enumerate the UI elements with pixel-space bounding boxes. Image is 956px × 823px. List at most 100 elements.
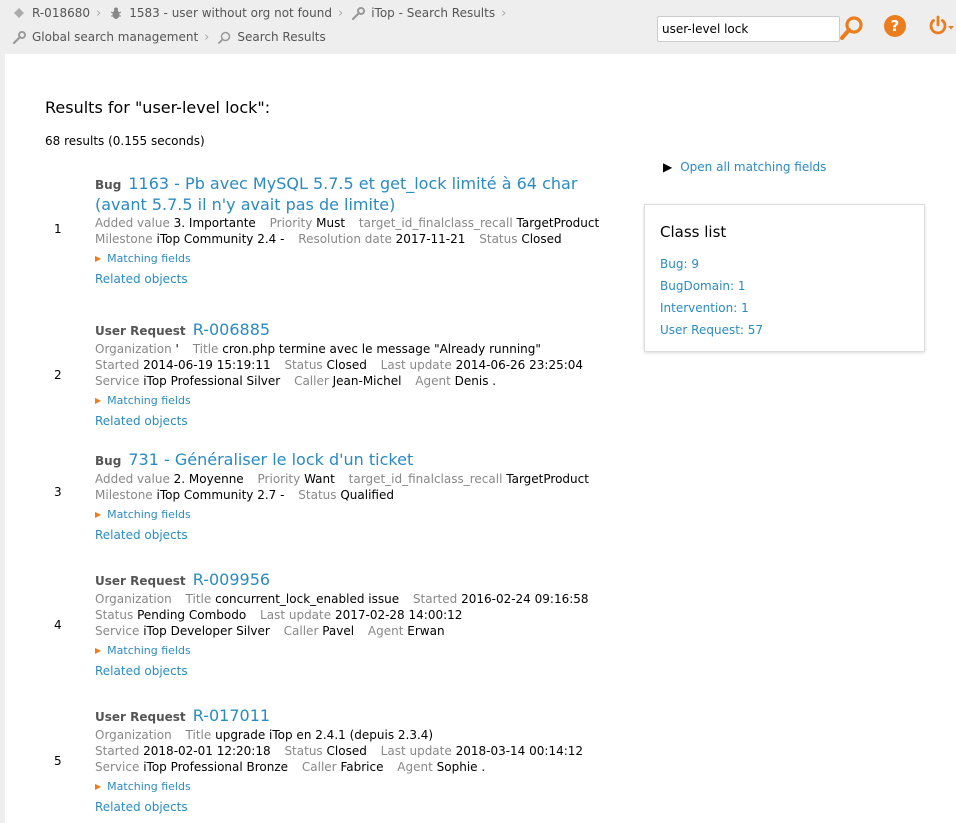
related-objects-link[interactable]: Related objects	[95, 413, 625, 429]
result-attribute: Priority Must	[270, 216, 345, 230]
matching-fields-toggle[interactable]: ▶ Matching fields	[95, 251, 625, 267]
attribute-label: Title	[185, 728, 212, 742]
attribute-value: Pending Combodo	[137, 608, 247, 622]
attribute-value: concurrent_lock_enabled issue	[215, 592, 400, 606]
attribute-value: TargetProduct	[506, 472, 589, 486]
breadcrumb-item-search[interactable]: Search Results	[217, 30, 326, 44]
breadcrumb-item-global-search[interactable]: Global search management	[12, 30, 198, 44]
matching-fields-label: Matching fields	[107, 780, 191, 793]
result-title-link[interactable]: 1163 - Pb avec MySQL 5.7.5 et get_lock l…	[95, 174, 577, 214]
result-class: User Request	[95, 574, 186, 588]
related-objects-link[interactable]: Related objects	[95, 271, 625, 287]
attribute-label: Priority	[257, 472, 301, 486]
result-title: Bug 731 - Généraliser le lock d'un ticke…	[95, 450, 625, 471]
class-list-panel: Class list Bug: 9 BugDomain: 1 Intervent…	[644, 204, 925, 352]
attribute-label: Service	[95, 374, 140, 388]
attribute-label: Priority	[269, 216, 313, 230]
attribute-label: Resolution date	[298, 232, 392, 246]
result-attribute: Added value 3. Importante	[95, 216, 256, 230]
search-input[interactable]	[657, 16, 840, 42]
attribute-label: Started	[95, 358, 140, 372]
class-list-item-user-request[interactable]: User Request: 57	[660, 319, 924, 341]
triangle-right-icon: ▶	[95, 646, 102, 655]
result-title-link[interactable]: 731 - Généraliser le lock d'un ticket	[128, 450, 413, 469]
result-rank: 2	[54, 368, 62, 382]
attribute-label: Caller	[283, 624, 319, 638]
related-objects-link[interactable]: Related objects	[95, 527, 625, 543]
result-attribute: Last update 2017-02-28 14:00:12	[260, 608, 462, 622]
result-title-link[interactable]: R-017011	[193, 706, 270, 725]
matching-fields-label: Matching fields	[107, 644, 191, 657]
result-attribute: Status Pending Combodo	[95, 608, 246, 622]
class-list-item-intervention[interactable]: Intervention: 1	[660, 297, 924, 319]
attribute-label: Last update	[380, 744, 452, 758]
attribute-value: Qualified	[340, 488, 394, 502]
result-attribute: Caller Fabrice	[302, 760, 384, 774]
result-attribute: Status Closed	[284, 358, 366, 372]
result-attribute: Started 2016-02-24 09:16:58	[413, 592, 589, 606]
result-attribute: Started 2014-06-19 15:19:11	[95, 358, 271, 372]
help-button[interactable]: ?	[884, 15, 906, 37]
main-panel: Results for "user-level lock": 68 result…	[5, 54, 956, 823]
attribute-value: Closed	[326, 358, 367, 372]
breadcrumb-item-ticket[interactable]: R-018680	[12, 6, 90, 20]
open-all-matching-fields[interactable]: ▶ Open all matching fields	[663, 160, 826, 174]
search-button[interactable]	[838, 14, 866, 42]
matching-fields-toggle[interactable]: ▶ Matching fields	[95, 779, 625, 795]
attribute-value: 2014-06-26 23:25:04	[455, 358, 584, 372]
result-attribute: target_id_finalclass_recall TargetProduc…	[349, 472, 589, 486]
result-body: User Request R-009956 Organization Title …	[95, 570, 625, 679]
attribute-value: TargetProduct	[516, 216, 600, 230]
result-attribute: Added value 2. Moyenne	[95, 472, 244, 486]
matching-fields-label: Matching fields	[107, 394, 191, 407]
matching-fields-toggle[interactable]: ▶ Matching fields	[95, 393, 625, 409]
attribute-value: Denis .	[454, 374, 497, 388]
attribute-label: target_id_finalclass_recall	[348, 472, 503, 486]
attribute-label: Added value	[95, 472, 170, 486]
attribute-value: Must	[316, 216, 346, 230]
matching-fields-toggle[interactable]: ▶ Matching fields	[95, 643, 625, 659]
result-attribute: Status Closed	[479, 232, 561, 246]
attribute-label: target_id_finalclass_recall	[358, 216, 513, 230]
attribute-value: 2018-02-01 12:20:18	[143, 744, 271, 758]
result-attribute: Milestone iTop Community 2.7 -	[95, 488, 284, 502]
attribute-label: Status	[95, 608, 134, 622]
breadcrumb-label: R-018680	[32, 6, 90, 20]
related-objects-link[interactable]: Related objects	[95, 799, 625, 815]
triangle-right-icon: ▶	[95, 782, 102, 791]
attribute-value: '	[175, 342, 179, 356]
result-rank: 1	[54, 222, 62, 236]
chevron-right-icon: ›	[204, 29, 210, 45]
result-title-link[interactable]: R-006885	[193, 320, 270, 339]
related-objects-link[interactable]: Related objects	[95, 663, 625, 679]
attribute-label: Agent	[367, 624, 404, 638]
result-title-link[interactable]: R-009956	[193, 570, 270, 589]
attribute-label: Organization	[95, 728, 172, 742]
attribute-value: 2017-02-28 14:00:12	[334, 608, 463, 622]
class-list-item-bug[interactable]: Bug: 9	[660, 253, 924, 275]
attribute-label: Agent	[415, 374, 451, 388]
breadcrumb-label: 1583 - user without org not found	[129, 6, 332, 20]
attribute-value: Closed	[521, 232, 562, 246]
result-attribute: Service iTop Professional Silver	[95, 374, 280, 388]
result-title: Bug 1163 - Pb avec MySQL 5.7.5 et get_lo…	[95, 174, 625, 215]
result-attribute: Title upgrade iTop en 2.4.1 (depuis 2.3.…	[186, 728, 434, 742]
attribute-label: Agent	[397, 760, 433, 774]
attribute-label: Last update	[380, 358, 452, 372]
result-attribute: target_id_finalclass_recall TargetProduc…	[359, 216, 599, 230]
attribute-label: Last update	[260, 608, 332, 622]
help-icon: ?	[890, 17, 900, 35]
logoff-menu-button[interactable]	[927, 14, 955, 38]
breadcrumb-label: Global search management	[32, 30, 199, 44]
matching-fields-toggle[interactable]: ▶ Matching fields	[95, 507, 625, 523]
breadcrumb-item-bug[interactable]: 1583 - user without org not found	[109, 6, 332, 20]
result-attribute: Agent Erwan	[368, 624, 445, 638]
result-body: User Request R-017011 Organization Title …	[95, 706, 625, 815]
breadcrumb-item-search-results[interactable]: iTop - Search Results	[351, 6, 495, 20]
class-list-item-bugdomain[interactable]: BugDomain: 1	[660, 275, 924, 297]
result-attribute: Started 2018-02-01 12:20:18	[95, 744, 271, 758]
result-attributes: Organization ' Title cron.php termine av…	[95, 341, 625, 389]
result-attribute: Service iTop Developer Silver	[95, 624, 270, 638]
attribute-value: Sophie .	[436, 760, 486, 774]
chevron-right-icon: ›	[501, 5, 507, 21]
